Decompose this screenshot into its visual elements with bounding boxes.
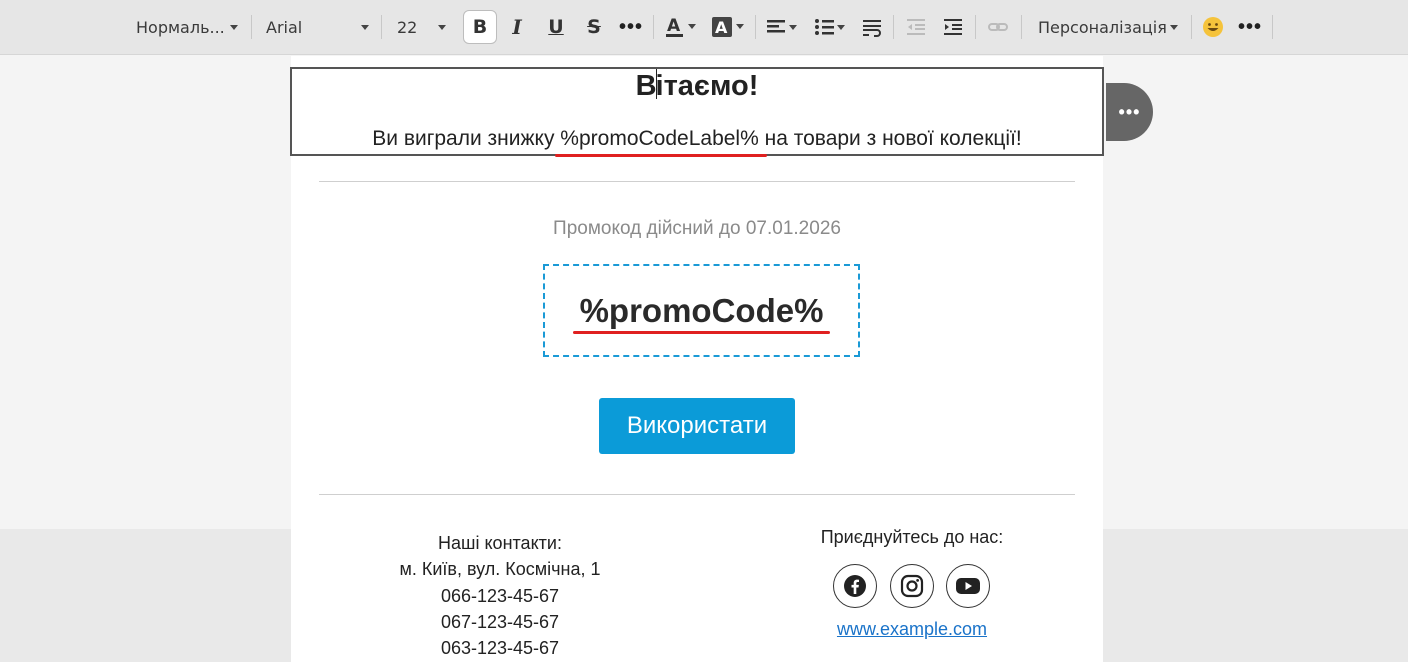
toolbar-divider xyxy=(1272,15,1273,39)
align-button[interactable] xyxy=(764,10,800,44)
emoji-button[interactable] xyxy=(1196,10,1230,44)
indent-button[interactable] xyxy=(936,10,970,44)
font-family-value: Arial xyxy=(266,17,303,37)
underline-icon: U xyxy=(548,16,564,38)
promo-validity-text: Промокод дійсний до 07.01.2026 xyxy=(553,218,841,239)
chevron-down-icon[interactable] xyxy=(438,25,446,30)
youtube-icon xyxy=(956,578,980,594)
font-size-value: 22 xyxy=(397,17,418,37)
paragraph-format-button[interactable] xyxy=(855,10,889,44)
divider xyxy=(319,494,1075,495)
contacts-title: Наші контакти: xyxy=(438,533,562,553)
toolbar-divider xyxy=(653,15,654,39)
link-icon xyxy=(988,23,1008,31)
font-size-select[interactable]: 22 xyxy=(397,10,417,44)
bold-button[interactable]: B xyxy=(463,10,497,44)
outdent-button[interactable] xyxy=(899,10,933,44)
paragraph-format-icon xyxy=(863,20,881,37)
chevron-down-icon[interactable] xyxy=(361,25,369,30)
promo-code-box[interactable]: %promoCode% xyxy=(543,264,860,357)
instagram-link[interactable] xyxy=(890,564,934,608)
personalization-label: Персоналізація xyxy=(1038,17,1167,37)
highlight-color-button[interactable]: A xyxy=(708,10,748,44)
insert-link-button[interactable] xyxy=(981,10,1015,44)
website-link[interactable]: www.example.com xyxy=(790,619,1034,640)
emoji-icon xyxy=(1203,17,1223,37)
italic-button[interactable]: I xyxy=(500,10,534,44)
font-color-button[interactable]: A xyxy=(662,10,702,44)
youtube-link[interactable] xyxy=(946,564,990,608)
toolbar-divider xyxy=(975,15,976,39)
paragraph-style-select[interactable]: Нормаль... xyxy=(136,10,225,44)
contacts-address: м. Київ, вул. Космічна, 1 xyxy=(399,559,601,580)
join-us-title: Приєднуйтесь до нас: xyxy=(820,527,1004,547)
divider xyxy=(319,181,1075,182)
promo-code: %promoCode% xyxy=(579,292,824,329)
paragraph-style-value: Нормаль... xyxy=(136,17,225,37)
chevron-down-icon[interactable] xyxy=(230,25,238,30)
contacts-block: Наші контакти: м. Київ, вул. Космічна, 1… xyxy=(380,530,620,661)
email-title[interactable]: Вітаємо! xyxy=(292,69,1102,101)
instagram-icon xyxy=(900,574,924,598)
editor-toolbar: Нормаль... Arial 22 B I U S ••• A A Перс… xyxy=(0,0,1408,55)
contacts-phone: 066-123-45-67 xyxy=(440,585,560,606)
strikethrough-icon: S xyxy=(587,16,601,38)
highlight-color-icon: A xyxy=(712,17,744,37)
font-family-select[interactable]: Arial xyxy=(266,10,302,44)
more-icon: ••• xyxy=(1237,15,1262,38)
toolbar-divider xyxy=(251,15,252,39)
title-part-2: ітаємо! xyxy=(655,70,759,102)
outdent-icon xyxy=(907,19,925,35)
more-icon: ••• xyxy=(1118,101,1141,122)
email-subtitle[interactable]: Ви виграли знижку %promoCodeLabel% на то… xyxy=(292,127,1102,151)
toolbar-divider xyxy=(381,15,382,39)
facebook-icon xyxy=(844,575,866,597)
toolbar-divider xyxy=(1021,15,1022,39)
use-promo-button[interactable]: Використати xyxy=(599,398,795,454)
contacts-phone: 067-123-45-67 xyxy=(440,611,560,632)
toolbar-divider xyxy=(893,15,894,39)
list-button[interactable] xyxy=(812,10,848,44)
svg-text:A: A xyxy=(667,16,681,36)
indent-icon xyxy=(944,19,962,35)
more-icon: ••• xyxy=(618,15,643,38)
bulleted-list-icon xyxy=(815,19,845,35)
bold-icon: B xyxy=(472,16,488,38)
spellcheck-underline xyxy=(555,154,767,157)
align-left-icon xyxy=(767,20,797,33)
facebook-link[interactable] xyxy=(833,564,877,608)
title-part-1: В xyxy=(635,70,657,102)
spellcheck-underline xyxy=(573,331,830,334)
toolbar-divider xyxy=(1191,15,1192,39)
more-text-options-button[interactable]: ••• xyxy=(614,10,648,44)
underline-button[interactable]: U xyxy=(539,10,573,44)
block-options-handle[interactable]: ••• xyxy=(1106,83,1153,141)
toolbar-divider xyxy=(755,15,756,39)
italic-icon: I xyxy=(512,15,522,39)
chevron-down-icon[interactable] xyxy=(1170,25,1178,30)
selected-text-block[interactable]: Вітаємо! Ви виграли знижку %promoCodeLab… xyxy=(290,67,1104,156)
more-options-button[interactable]: ••• xyxy=(1233,10,1267,44)
personalization-select[interactable]: Персоналізація xyxy=(1038,10,1167,44)
strikethrough-button[interactable]: S xyxy=(577,10,611,44)
contacts-phone: 063-123-45-67 xyxy=(440,638,560,659)
font-color-icon: A xyxy=(666,16,696,37)
svg-text:A: A xyxy=(715,18,728,37)
